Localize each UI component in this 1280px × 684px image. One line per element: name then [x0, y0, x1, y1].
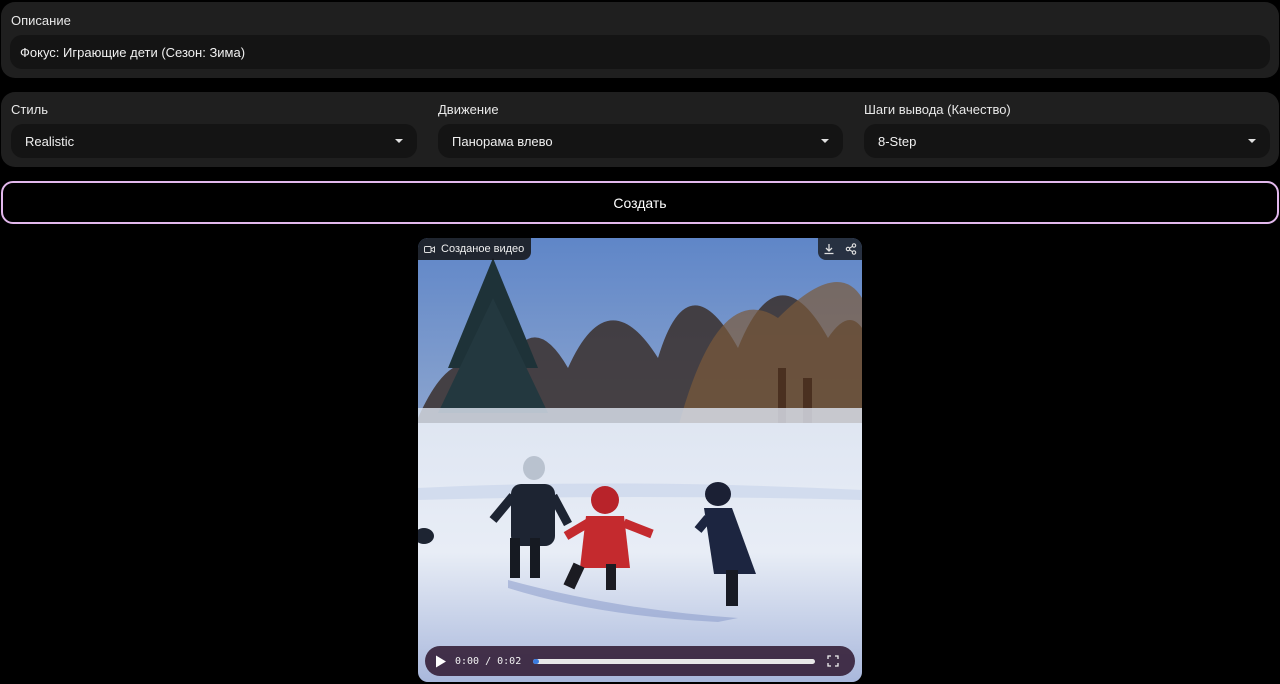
chevron-down-icon — [395, 139, 403, 143]
motion-value: Панорама влево — [452, 133, 553, 149]
video-frame — [418, 238, 862, 682]
video-player[interactable]: Созданое видео 0:00 / 0:02 — [418, 238, 862, 682]
description-panel: Описание Фокус: Играющие дети (Сезон: Зи… — [1, 2, 1279, 78]
description-label: Описание — [11, 13, 71, 28]
description-input[interactable]: Фокус: Играющие дети (Сезон: Зима) — [10, 35, 1270, 69]
style-dropdown[interactable]: Realistic — [11, 124, 417, 158]
description-value: Фокус: Играющие дети (Сезон: Зима) — [20, 44, 246, 60]
chevron-down-icon — [821, 139, 829, 143]
create-button[interactable]: Создать — [1, 181, 1279, 224]
steps-dropdown[interactable]: 8-Step — [864, 124, 1270, 158]
video-progress-fill — [533, 658, 540, 664]
steps-label: Шаги вывода (Качество) — [864, 102, 1011, 117]
video-time: 0:00 / 0:02 — [455, 655, 522, 667]
fullscreen-icon[interactable] — [827, 655, 839, 667]
share-icon[interactable] — [845, 243, 857, 255]
style-value: Realistic — [25, 133, 75, 149]
video-actions — [818, 238, 862, 260]
video-controls: 0:00 / 0:02 — [425, 646, 855, 676]
chevron-down-icon — [1248, 139, 1256, 143]
settings-panel: Стиль Realistic Движение Панорама влево … — [1, 92, 1279, 167]
video-badge: Созданое видео — [418, 238, 532, 260]
video-progress-bar[interactable] — [533, 658, 816, 664]
video-camera-icon — [424, 245, 435, 253]
play-icon[interactable] — [435, 655, 447, 668]
style-label: Стиль — [11, 102, 48, 117]
download-icon[interactable] — [823, 243, 835, 255]
video-badge-label: Созданое видео — [441, 243, 525, 255]
motion-label: Движение — [438, 102, 499, 117]
steps-value: 8-Step — [878, 133, 917, 149]
motion-dropdown[interactable]: Панорама влево — [438, 124, 843, 158]
